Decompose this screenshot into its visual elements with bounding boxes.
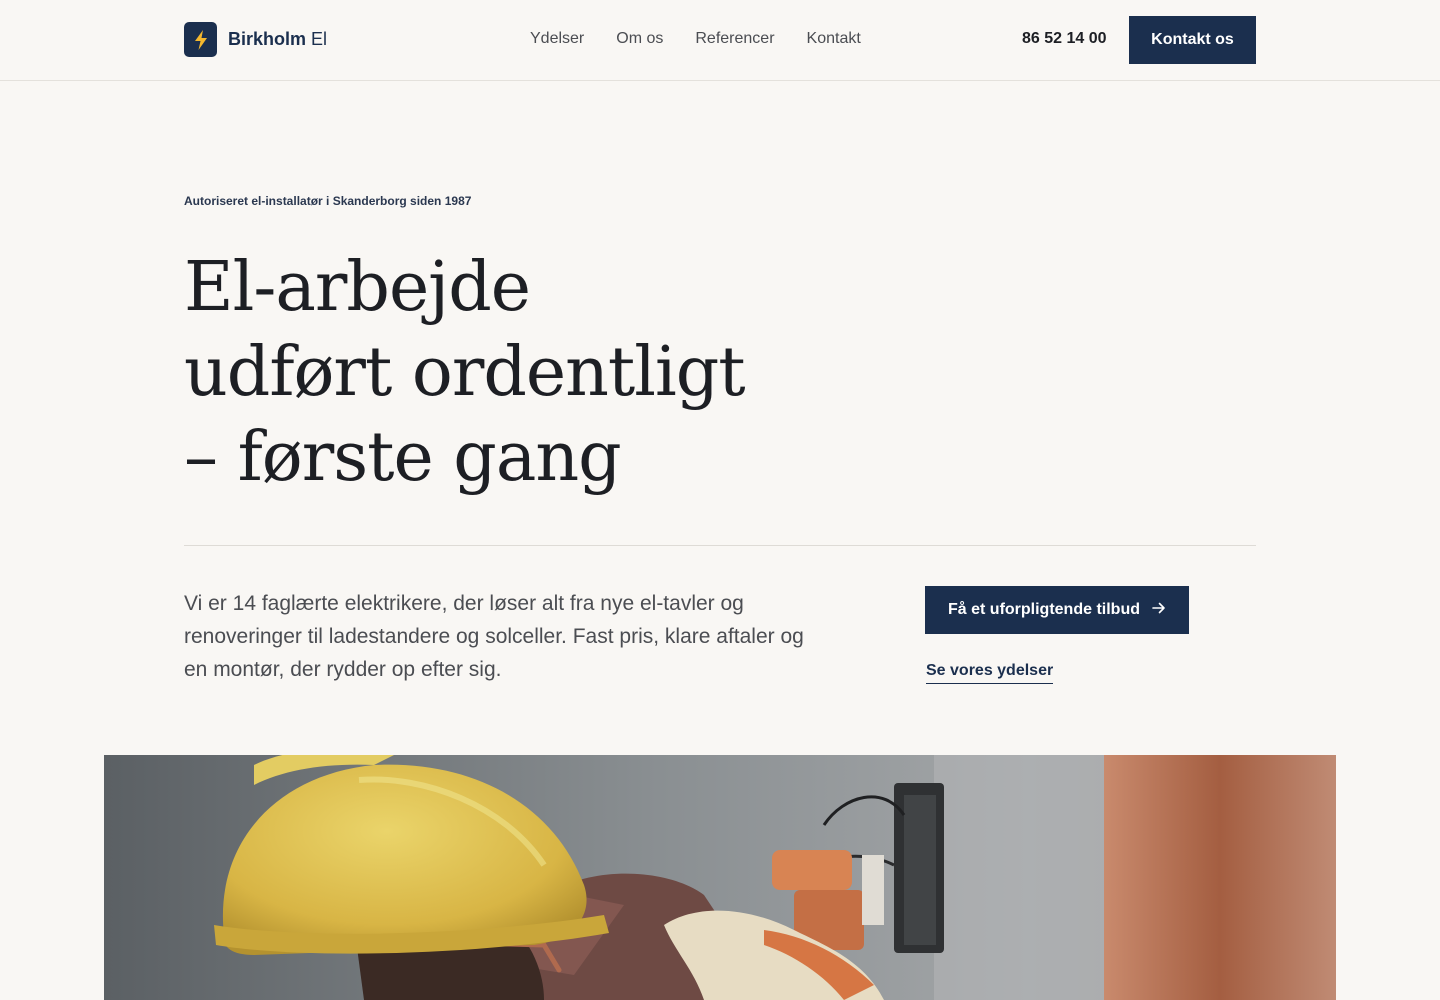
phone-number[interactable]: 86 52 14 00 bbox=[1022, 29, 1107, 49]
hero-divider bbox=[184, 545, 1256, 546]
hero-lead: Vi er 14 faglærte elektrikere, der løser… bbox=[184, 592, 804, 681]
hero-photo-electrician bbox=[104, 755, 1336, 1000]
hero-headline-line-3: – første gang bbox=[184, 418, 622, 497]
hero-headline-line-1: El-arbejde bbox=[184, 248, 531, 327]
see-services-link[interactable]: Se vores ydelser bbox=[926, 661, 1054, 684]
get-offer-button[interactable]: Få et uforpligtende tilbud bbox=[925, 586, 1189, 634]
brand-logo[interactable]: Birkholm El bbox=[184, 22, 327, 57]
site-header: Birkholm El Ydelser Om os Referencer Kont… bbox=[0, 0, 1440, 81]
contact-button[interactable]: Kontakt os bbox=[1129, 16, 1256, 64]
lightning-bolt-icon bbox=[184, 22, 217, 57]
brand-name-suffix: El bbox=[311, 29, 328, 49]
nav-link-referencer[interactable]: Referencer bbox=[695, 29, 774, 49]
nav-link-kontakt[interactable]: Kontakt bbox=[807, 29, 861, 49]
arrow-right-icon bbox=[1152, 601, 1166, 619]
main-nav: Ydelser Om os Referencer Kontakt bbox=[530, 29, 861, 49]
hero-eyebrow: Autoriseret el-installatør i Skanderborg… bbox=[184, 194, 472, 208]
nav-link-ydelser[interactable]: Ydelser bbox=[530, 29, 584, 49]
brand-name-primary: Birkholm bbox=[228, 29, 307, 49]
get-offer-label: Få et uforpligtende tilbud bbox=[948, 601, 1140, 618]
hero-headline: El-arbejde udført ordentligt – første ga… bbox=[184, 245, 884, 500]
brand-name: Birkholm El bbox=[228, 29, 327, 50]
hero-headline-line-2: udført ordentligt bbox=[184, 333, 746, 412]
nav-link-om-os[interactable]: Om os bbox=[616, 29, 663, 49]
